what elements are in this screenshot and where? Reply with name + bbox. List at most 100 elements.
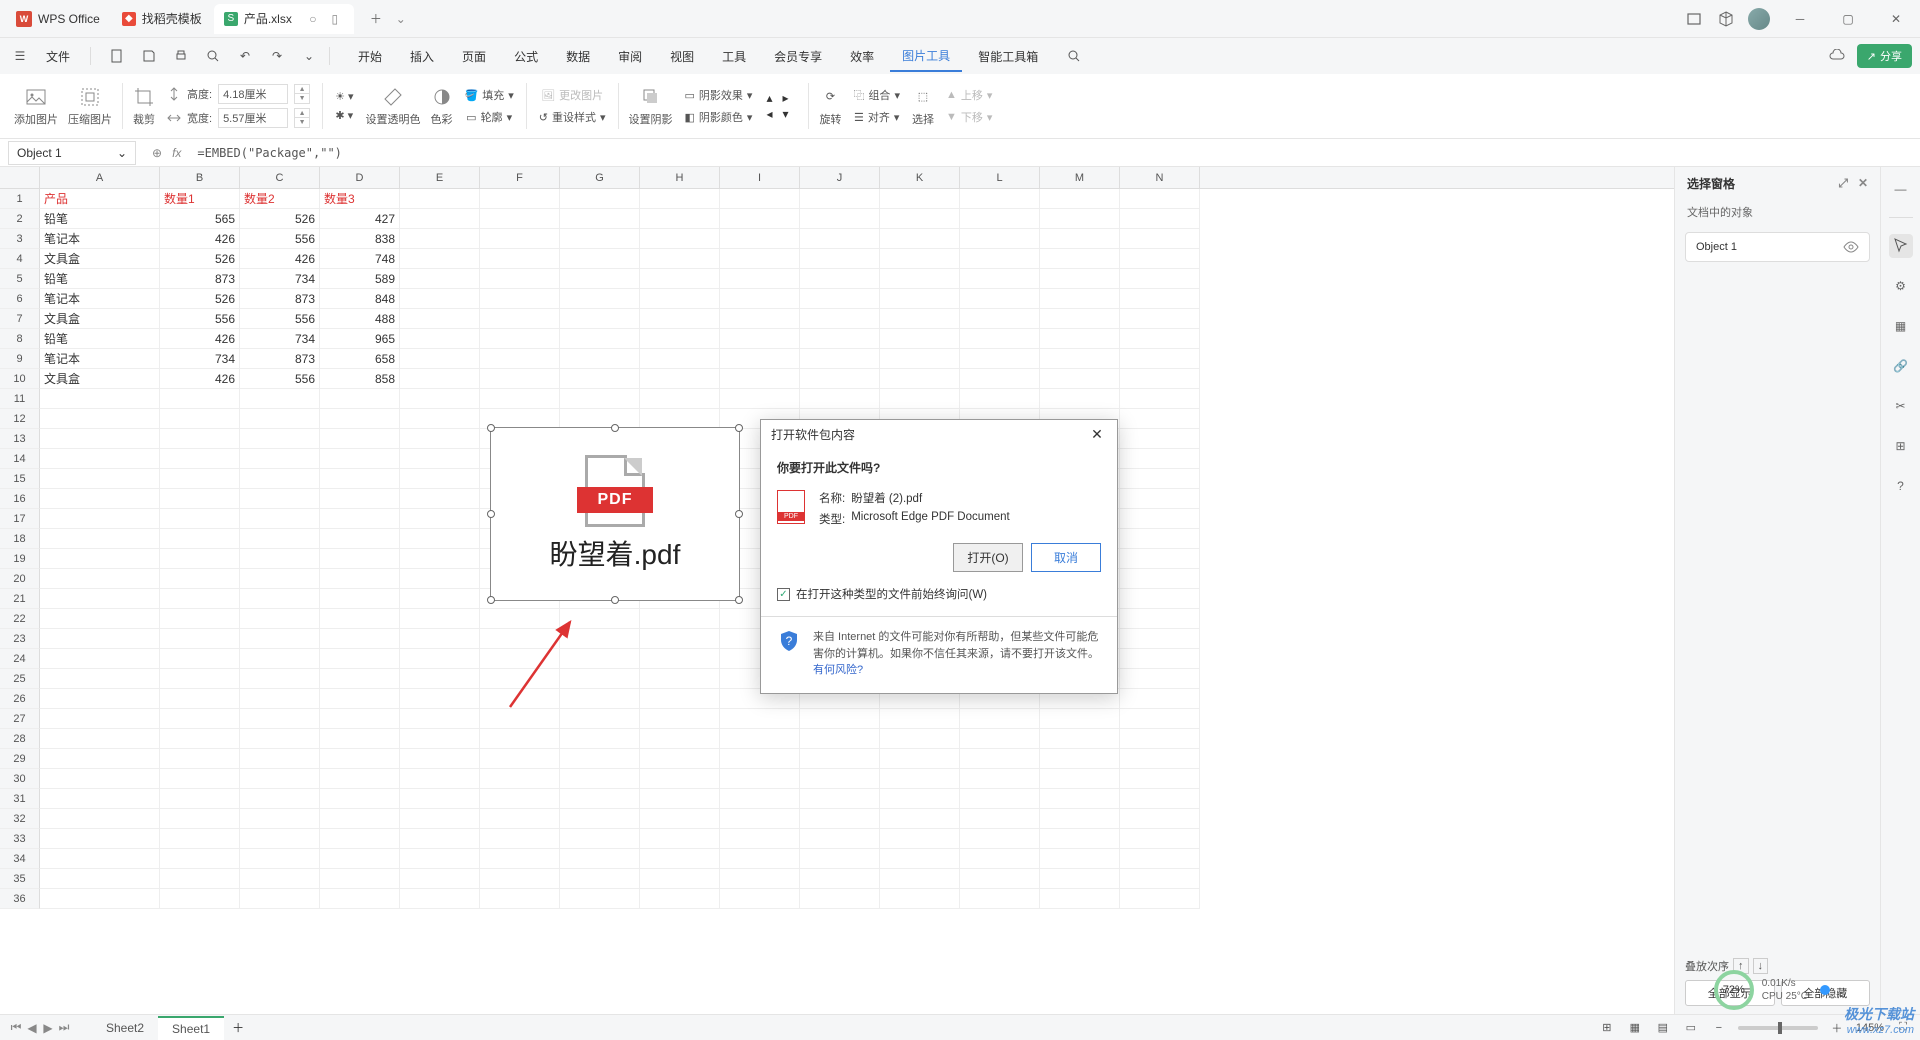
row-header[interactable]: 13 bbox=[0, 429, 40, 449]
cell[interactable] bbox=[240, 529, 320, 549]
cell[interactable] bbox=[480, 729, 560, 749]
cell[interactable] bbox=[1120, 609, 1200, 629]
cell[interactable] bbox=[480, 349, 560, 369]
cell[interactable] bbox=[880, 189, 960, 209]
cell[interactable] bbox=[160, 549, 240, 569]
add-sheet-button[interactable]: ＋ bbox=[228, 1018, 248, 1038]
cell[interactable] bbox=[480, 709, 560, 729]
cell[interactable] bbox=[800, 789, 880, 809]
cell[interactable] bbox=[240, 749, 320, 769]
cell[interactable] bbox=[800, 889, 880, 909]
save-icon[interactable] bbox=[137, 44, 161, 68]
column-header[interactable]: J bbox=[800, 167, 880, 188]
resize-handle[interactable] bbox=[487, 424, 495, 432]
row-header[interactable]: 2 bbox=[0, 209, 40, 229]
cell[interactable] bbox=[880, 789, 960, 809]
cell[interactable] bbox=[880, 229, 960, 249]
cell[interactable] bbox=[40, 749, 160, 769]
cell[interactable] bbox=[880, 889, 960, 909]
chevron-down-icon[interactable]: ⌄ bbox=[297, 44, 321, 68]
cell[interactable] bbox=[40, 569, 160, 589]
cell[interactable] bbox=[40, 769, 160, 789]
cell[interactable] bbox=[880, 269, 960, 289]
cell[interactable] bbox=[1120, 369, 1200, 389]
row-header[interactable]: 33 bbox=[0, 829, 40, 849]
cell[interactable]: 铅笔 bbox=[40, 209, 160, 229]
cell[interactable]: 658 bbox=[320, 349, 400, 369]
cell[interactable] bbox=[1120, 889, 1200, 909]
cell[interactable] bbox=[720, 729, 800, 749]
menu-tab-start[interactable]: 开始 bbox=[346, 42, 394, 71]
cell[interactable] bbox=[960, 309, 1040, 329]
cell[interactable] bbox=[160, 829, 240, 849]
cell[interactable] bbox=[1040, 269, 1120, 289]
cell[interactable] bbox=[240, 429, 320, 449]
cell[interactable] bbox=[480, 769, 560, 789]
column-header[interactable]: G bbox=[560, 167, 640, 188]
cell[interactable] bbox=[240, 649, 320, 669]
cell[interactable] bbox=[720, 189, 800, 209]
column-header[interactable]: H bbox=[640, 167, 720, 188]
menu-tab-page[interactable]: 页面 bbox=[450, 42, 498, 71]
cell[interactable] bbox=[320, 749, 400, 769]
menu-tab-formula[interactable]: 公式 bbox=[502, 42, 550, 71]
recolor-button[interactable]: 色彩 bbox=[427, 84, 457, 129]
cell[interactable] bbox=[640, 729, 720, 749]
column-header[interactable]: E bbox=[400, 167, 480, 188]
cell[interactable] bbox=[400, 709, 480, 729]
tools-tool-icon[interactable]: ✂ bbox=[1889, 394, 1913, 418]
cell[interactable] bbox=[1120, 649, 1200, 669]
cell[interactable] bbox=[1120, 489, 1200, 509]
cell[interactable] bbox=[560, 349, 640, 369]
transparency-button[interactable]: 设置透明色 bbox=[362, 84, 425, 129]
cell[interactable] bbox=[480, 609, 560, 629]
cell[interactable] bbox=[960, 849, 1040, 869]
cell[interactable] bbox=[640, 709, 720, 729]
row-header[interactable]: 17 bbox=[0, 509, 40, 529]
cell[interactable] bbox=[480, 249, 560, 269]
zoom-slider[interactable] bbox=[1738, 1026, 1818, 1030]
view-normal-icon[interactable]: ⊞ bbox=[1598, 1019, 1616, 1037]
cell[interactable] bbox=[720, 869, 800, 889]
cell[interactable] bbox=[400, 729, 480, 749]
cell[interactable] bbox=[400, 209, 480, 229]
column-header[interactable]: N bbox=[1120, 167, 1200, 188]
cell[interactable] bbox=[640, 769, 720, 789]
cell[interactable] bbox=[640, 829, 720, 849]
cell[interactable] bbox=[480, 309, 560, 329]
cursor-tool-icon[interactable] bbox=[1889, 234, 1913, 258]
cell[interactable] bbox=[560, 229, 640, 249]
cell[interactable] bbox=[160, 469, 240, 489]
sheet-nav-next[interactable]: ▶ bbox=[40, 1020, 56, 1036]
cell[interactable]: 数量1 bbox=[160, 189, 240, 209]
cell[interactable] bbox=[160, 389, 240, 409]
row-header[interactable]: 1 bbox=[0, 189, 40, 209]
cell[interactable] bbox=[1120, 389, 1200, 409]
view-reading-icon[interactable]: ▭ bbox=[1682, 1019, 1700, 1037]
cell[interactable] bbox=[960, 749, 1040, 769]
cell[interactable] bbox=[720, 269, 800, 289]
cell[interactable] bbox=[720, 289, 800, 309]
cell[interactable] bbox=[480, 749, 560, 769]
cell[interactable] bbox=[240, 609, 320, 629]
cell[interactable] bbox=[480, 269, 560, 289]
cell[interactable] bbox=[400, 329, 480, 349]
cell[interactable] bbox=[240, 629, 320, 649]
cell[interactable] bbox=[240, 509, 320, 529]
cell[interactable] bbox=[480, 669, 560, 689]
cell[interactable] bbox=[400, 789, 480, 809]
cell[interactable] bbox=[880, 309, 960, 329]
cell[interactable] bbox=[800, 189, 880, 209]
cell[interactable] bbox=[160, 709, 240, 729]
cell[interactable] bbox=[480, 329, 560, 349]
resize-handle[interactable] bbox=[611, 424, 619, 432]
cell[interactable] bbox=[1120, 809, 1200, 829]
cell[interactable] bbox=[40, 669, 160, 689]
menu-tab-review[interactable]: 审阅 bbox=[606, 42, 654, 71]
resize-handle[interactable] bbox=[735, 424, 743, 432]
cell[interactable] bbox=[560, 269, 640, 289]
cell[interactable] bbox=[1120, 769, 1200, 789]
cell[interactable] bbox=[1120, 409, 1200, 429]
cell[interactable] bbox=[320, 489, 400, 509]
cell[interactable] bbox=[960, 369, 1040, 389]
